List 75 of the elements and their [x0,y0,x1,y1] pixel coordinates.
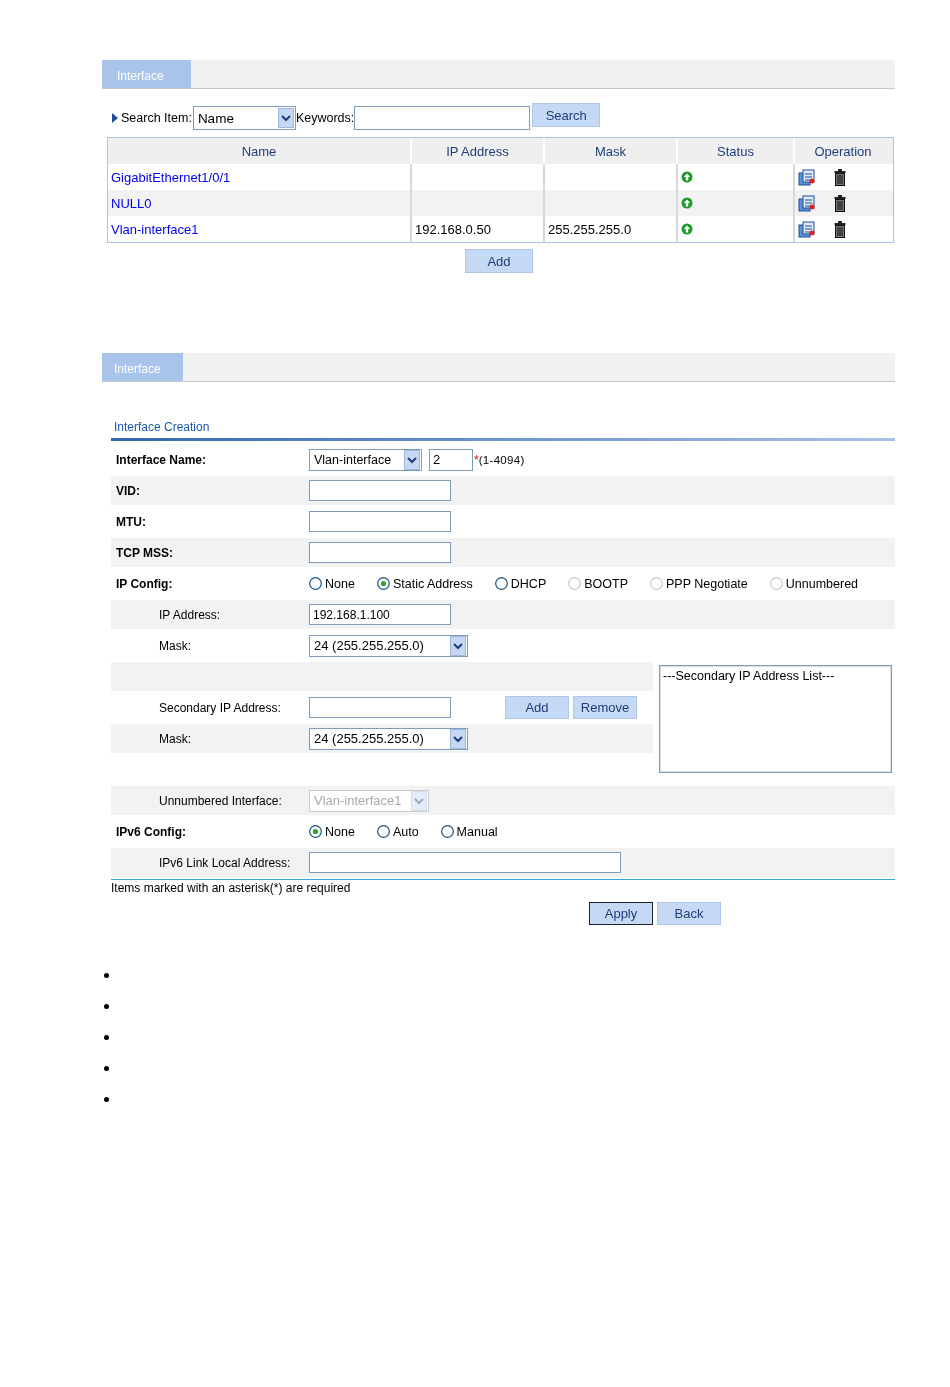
field-label: Mask: [159,731,191,746]
bullet-dot [104,1097,109,1102]
radio-button[interactable] [494,577,508,590]
field-label: Interface Name: [116,452,207,467]
address-list[interactable]: ---Secondary IP Address List--- [659,665,892,773]
text-field[interactable] [309,511,451,532]
field-label: Mask: [159,638,191,653]
bullet-dot [104,973,109,978]
field-label: IP Config: [116,576,173,591]
action-button[interactable]: Remove [573,696,637,719]
field-label: IPv6 Link Local Address: [159,855,291,870]
text-field[interactable] [309,697,451,718]
field-label: TCP MSS: [116,545,174,560]
field-label: Secondary IP Address: [159,700,281,715]
range-hint: (1-4094) [478,453,525,466]
option-label: Manual [456,824,498,839]
text-field[interactable] [309,542,451,563]
interface-link[interactable]: GigabitEthernet1/0/1 [111,169,231,185]
edit-document-icon[interactable] [798,168,816,186]
required-mark: * [474,452,479,467]
field-label: VID: [116,483,140,498]
option-label: None [325,576,355,591]
radio-button[interactable] [376,577,390,590]
radio-button[interactable] [440,825,454,838]
column-header: Name [108,138,412,164]
select-field[interactable]: 24 (255.255.255.0) [309,727,468,750]
action-button[interactable]: Add [505,696,569,719]
bullet-dot [104,1004,109,1009]
search-button[interactable]: Search [532,103,601,127]
select-field[interactable]: Vlan-interface [309,448,422,471]
interface-link[interactable]: Vlan-interface1 [111,221,199,237]
radio-button[interactable] [309,577,322,590]
form-button[interactable]: Apply [589,902,653,925]
option-label: DHCP [510,576,547,591]
triangle-icon [112,113,118,123]
column-header: IP Address [412,138,545,164]
trash-icon[interactable] [834,194,846,212]
option-label: None [325,824,355,839]
text-field[interactable] [309,852,621,873]
required-note: Items marked with an asterisk(*) are required [111,880,352,895]
interface-link[interactable]: NULL0 [111,195,152,211]
select-field[interactable]: Name [192,106,296,130]
keywords-label: Keywords: [295,111,355,125]
text-field[interactable]: 192.168.1.100 [309,604,451,625]
field-label: IP Address: [159,607,221,622]
select-field[interactable]: 24 (255.255.255.0) [309,634,468,657]
option-label: BOOTP [584,576,628,591]
text-field[interactable] [309,480,451,501]
option-label: Auto [392,824,419,839]
list-header: ---Secondary IP Address List--- [663,669,835,683]
option-label: Static Address [392,576,473,591]
radio-button[interactable] [309,825,322,838]
search-item-label: Search Item: [121,111,192,125]
form-button[interactable]: Back [657,902,721,925]
trash-icon[interactable] [834,220,846,238]
add-button[interactable]: Add [465,249,533,273]
option-label: Unnumbered [785,576,859,591]
field-label: MTU: [116,514,146,529]
column-header: Status [678,138,795,164]
bullet-dot [104,1035,109,1040]
section-title: Interface Creation [114,420,211,434]
edit-document-icon[interactable] [798,220,816,238]
edit-document-icon[interactable] [798,194,816,212]
field-label: IPv6 Config: [116,824,186,839]
table-cell: 192.168.0.50 [415,221,491,237]
keywords-field[interactable] [354,106,531,130]
field-label: Unnumbered Interface: [159,793,282,808]
column-header: Mask [545,138,678,164]
table-cell: 255.255.255.0 [548,221,632,237]
option-label: PPP Negotiate [666,576,748,591]
column-header: Operation [813,142,873,161]
number-field[interactable]: 2 [429,448,473,471]
trash-icon[interactable] [834,168,846,186]
bullet-dot [104,1066,109,1071]
radio-button[interactable] [376,825,390,838]
